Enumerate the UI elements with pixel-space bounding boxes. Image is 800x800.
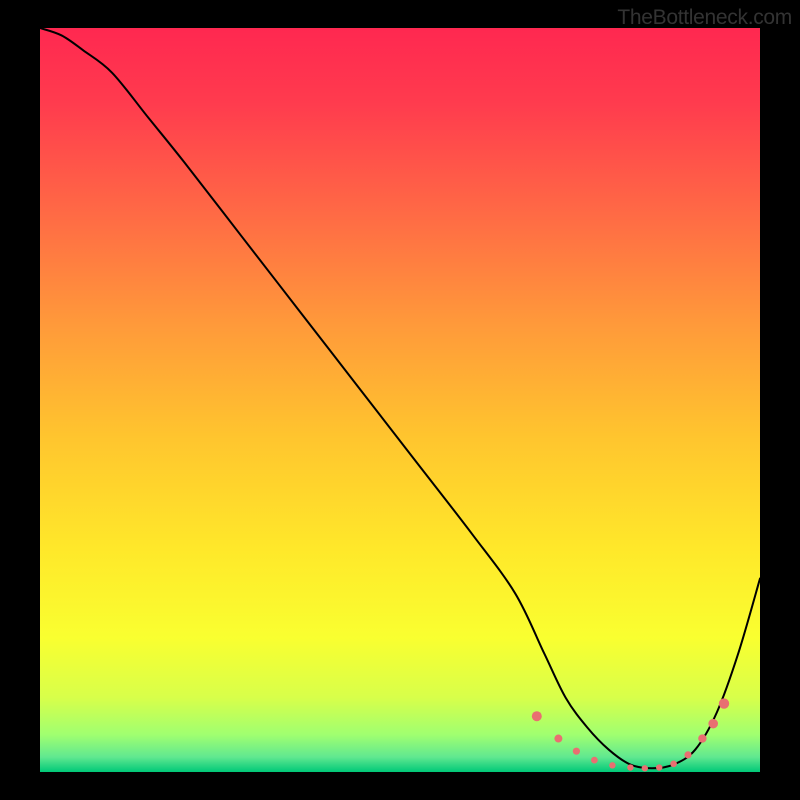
highlight-point xyxy=(532,711,542,721)
plot-area xyxy=(40,28,760,772)
highlight-point xyxy=(708,719,718,729)
highlight-point xyxy=(627,764,633,770)
gradient-background xyxy=(40,28,760,772)
chart-container: TheBottleneck.com xyxy=(0,0,800,800)
highlight-point xyxy=(642,765,648,771)
highlight-point xyxy=(573,748,580,755)
highlight-point xyxy=(591,757,598,764)
highlight-point xyxy=(554,735,562,743)
highlight-point xyxy=(719,698,729,708)
highlight-point xyxy=(698,734,706,742)
watermark-label: TheBottleneck.com xyxy=(617,6,792,30)
chart-svg xyxy=(40,28,760,772)
highlight-point xyxy=(670,761,677,768)
highlight-point xyxy=(656,764,662,770)
highlight-point xyxy=(684,751,691,758)
highlight-point xyxy=(609,762,615,768)
